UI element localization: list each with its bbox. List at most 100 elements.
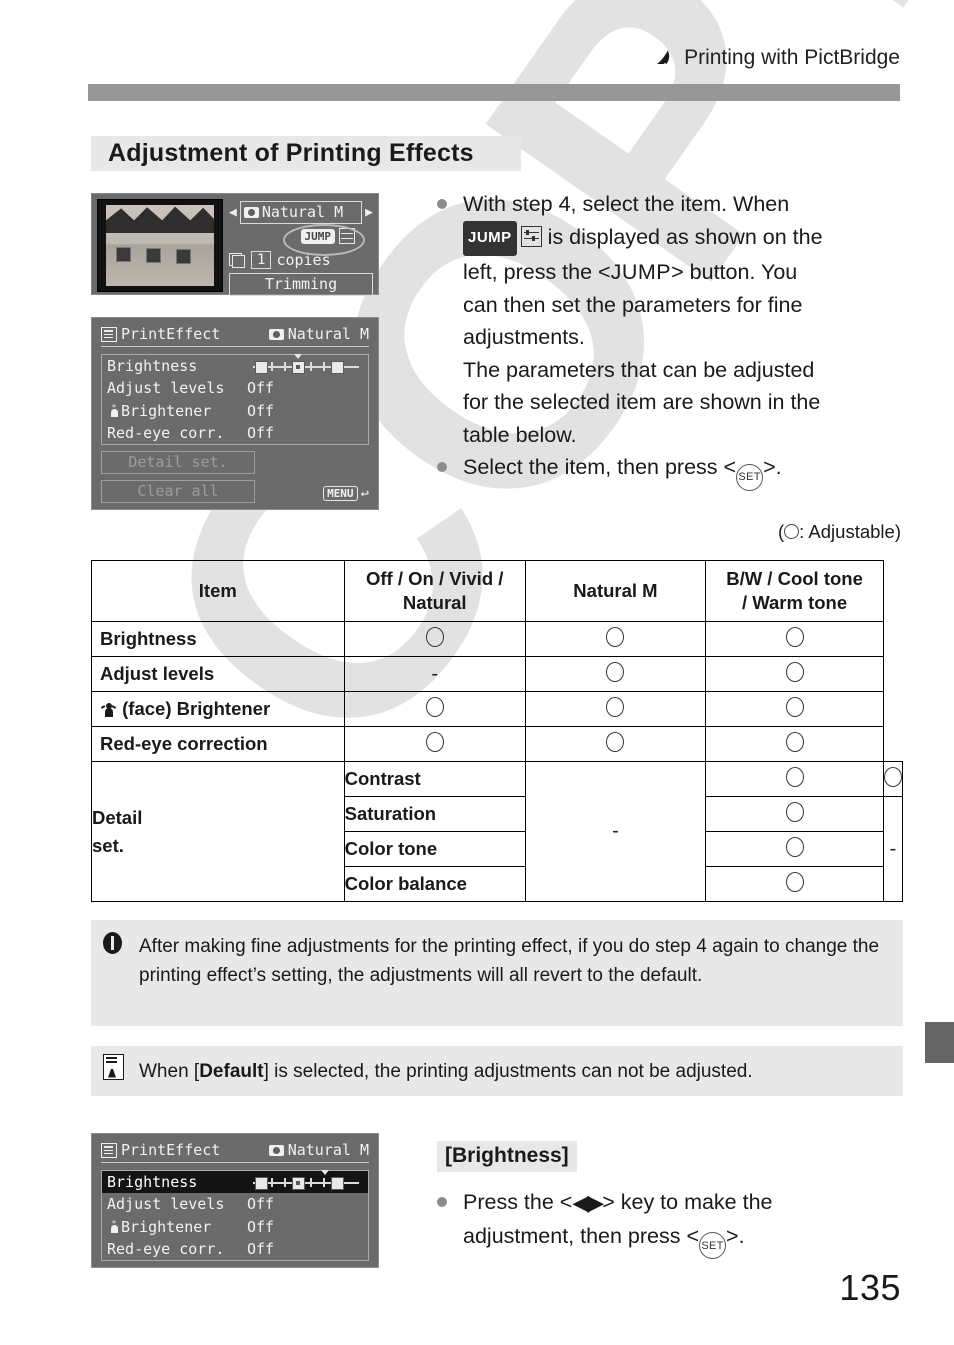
line-3a: left, press the < [463, 260, 611, 284]
list-item-brightener[interactable]: * Brightener Off [102, 400, 368, 422]
instructions-block: With step 4, select the item. When JUMP … [437, 188, 907, 491]
line-2-text: is displayed as shown on the [547, 224, 823, 249]
bullet-dot [437, 462, 447, 472]
set-button-icon: SET [699, 1232, 727, 1260]
circle-mark-icon [425, 696, 444, 717]
adjust-levels-label: Adjust levels [107, 1195, 225, 1214]
cell-brightener-col3 [524, 691, 707, 727]
adjust-levels-label: Adjust levels [107, 379, 225, 398]
photo-window [116, 247, 131, 262]
print-effect-list: Brightness Adjust levels Off * Brightene… [101, 354, 369, 445]
jump-button-name: JUMP [610, 260, 672, 284]
cell-adjust-levels-col4 [705, 656, 884, 692]
circle-mark-icon [785, 801, 804, 822]
list-item-brightener[interactable]: * Brightener Off [102, 1216, 368, 1238]
circle-mark-icon [785, 661, 804, 682]
print-effect-title: PrintEffect [121, 1141, 221, 1159]
list-item-red-eye[interactable]: Red-eye corr. Off [102, 1238, 368, 1260]
table-row: Brightness [91, 621, 903, 657]
lcd-print-effect-brightness: PrintEffect Natural M Brightness Adjust … [91, 1133, 379, 1268]
header-off-on-vivid-natural: Off / On / Vivid / Natural [343, 560, 526, 622]
header-bw-cool-warm: B/W / Cool tone / Warm tone [705, 560, 884, 622]
chapter-header: Printing with PictBridge [655, 46, 900, 70]
red-eye-label: Red-eye corr. [107, 1239, 225, 1258]
row-label-face-brightener: (face) Brightener [91, 691, 345, 727]
line-1: With step 4, select the item. When [463, 192, 790, 216]
line-5: adjustments. [463, 325, 585, 349]
brightness-line-c: adjustment, then press < [463, 1223, 700, 1248]
circle-mark-icon [785, 871, 804, 892]
jump-badge-inline: JUMP [463, 220, 517, 256]
manual-page: Printing with PictBridge Adjustment of P… [0, 0, 954, 1345]
brightness-slider[interactable] [249, 1170, 363, 1191]
page-title: Adjustment of Printing Effects [91, 136, 521, 171]
circle-mark-icon [425, 731, 444, 752]
brightness-slider[interactable] [249, 354, 363, 375]
bullet-dot [437, 199, 447, 209]
menu-icon [101, 1142, 117, 1158]
adjust-levels-value: Off [247, 1195, 275, 1214]
brightness-bullet: Press the <◀▶> key to make the adjustmen… [437, 1186, 887, 1260]
list-item-brightness-selected[interactable]: Brightness [102, 1170, 368, 1194]
header-natural-m: Natural M [524, 560, 707, 622]
detail-set-button[interactable]: Detail set. [101, 451, 255, 474]
copies-count[interactable]: 1 [251, 251, 272, 269]
lcd-print-screen: ◀ Natural M ▶ JUMP 1 copies Trimming [91, 193, 379, 296]
warning-note-text: After making fine adjustments for the pr… [139, 936, 880, 986]
print-effect-titlebar: PrintEffect Natural M [101, 1141, 369, 1163]
brightener-label-wrap: * Brightener [107, 401, 247, 421]
copies-stack-icon [229, 253, 246, 268]
circle-mark-icon [785, 731, 804, 752]
left-right-arrows-icon: ◀▶ [572, 1190, 604, 1215]
clear-all-button[interactable]: Clear all [101, 480, 255, 503]
brightness-instructions: Press the <◀▶> key to make the adjustmen… [437, 1186, 887, 1260]
print-effect-mode: Natural M [287, 325, 369, 343]
line-8: table below. [463, 422, 577, 447]
chapter-title: Printing with PictBridge [684, 46, 900, 69]
circle-mark-icon [785, 836, 804, 857]
brightener-label: Brightener [121, 1217, 212, 1236]
cell-brightener-col4 [705, 691, 884, 727]
cell-brightener-col2 [343, 691, 526, 727]
row-label-red-eye-correction: Red-eye correction [91, 726, 345, 762]
camera-icon [268, 328, 284, 340]
face-brightener-icon: * [107, 1219, 121, 1234]
list-item-brightness[interactable]: Brightness [102, 354, 368, 377]
list-item-red-eye[interactable]: Red-eye corr. Off [102, 422, 368, 444]
note-icon [103, 1053, 139, 1089]
face-brightener-icon: * [107, 403, 121, 418]
brightener-value: Off [247, 401, 275, 420]
row-label-brightness: Brightness [91, 621, 345, 657]
printing-effect-value: Natural M [261, 203, 344, 221]
cell-contrast-col3 [705, 761, 884, 797]
brightener-label-wrap: * Brightener [107, 1217, 247, 1237]
cell-color-tone-col3 [705, 831, 884, 867]
adjustable-legend: (: Adjustable) [778, 521, 901, 543]
circle-mark-icon [784, 524, 800, 539]
instruction-text-1: With step 4, select the item. When JUMP … [463, 188, 907, 451]
row-label-contrast: Contrast [343, 761, 526, 797]
brightness-label: Brightness [107, 1173, 198, 1191]
line-6: The parameters that can be adjusted [463, 357, 815, 382]
printing-effect-box[interactable]: Natural M [239, 201, 363, 224]
warning-note: After making fine adjustments for the pr… [91, 920, 903, 1026]
cell-brightness-col3 [524, 621, 707, 657]
list-item-adjust-levels[interactable]: Adjust levels Off [102, 1193, 368, 1215]
red-eye-value: Off [247, 1239, 275, 1258]
brightener-label: Brightener [121, 401, 212, 420]
cell-saturation-col3 [705, 796, 884, 832]
cell-adjust-levels-col3 [524, 656, 707, 692]
header-col2-line2: Natural [402, 592, 467, 613]
instruction-bullet-1: With step 4, select the item. When JUMP … [437, 188, 907, 451]
trimming-button[interactable]: Trimming [229, 273, 373, 296]
info-note-text: When [Default] is selected, the printing… [139, 1057, 889, 1086]
return-icon: ↩ [360, 485, 369, 502]
instruction-bullet-2: Select the item, then press < SET >. [437, 451, 907, 491]
line-3: left, press the <JUMP> button. You [463, 256, 907, 289]
line-7: for the selected item are shown in the [463, 390, 821, 414]
bullet-2b: >. [763, 455, 782, 479]
row-label-color-tone: Color tone [343, 831, 526, 867]
list-item-adjust-levels[interactable]: Adjust levels Off [102, 377, 368, 399]
header-col4-line1: B/W / Cool tone [726, 568, 863, 589]
bullet-dot [437, 1197, 447, 1207]
